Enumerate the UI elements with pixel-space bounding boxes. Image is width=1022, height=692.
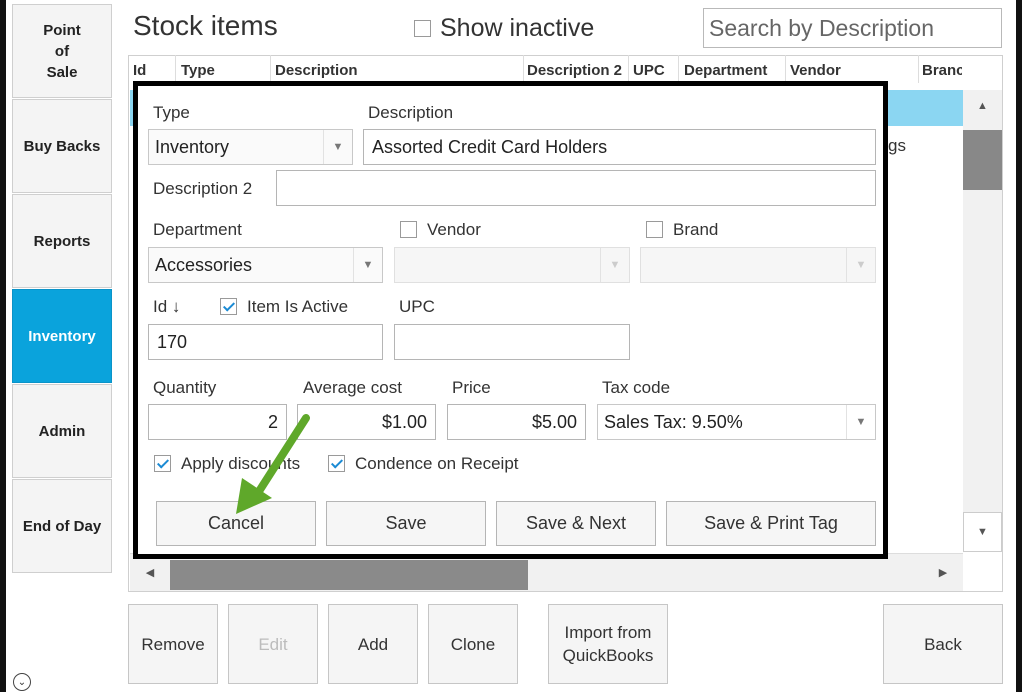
column-divider — [523, 55, 524, 83]
search-input[interactable]: Search by Description — [703, 8, 1002, 48]
column-header-type[interactable]: Type — [181, 62, 215, 79]
item-active-label: Item Is Active — [247, 297, 349, 316]
brand-select[interactable]: ▼ — [640, 247, 876, 283]
department-select[interactable]: Accessories ▼ — [148, 247, 383, 283]
type-label: Type — [153, 103, 190, 122]
brand-checkbox[interactable] — [646, 221, 663, 238]
column-header-brand[interactable]: Branc — [922, 62, 962, 79]
chevron-down-icon: ▼ — [846, 405, 875, 439]
nav-reports[interactable]: Reports — [12, 194, 112, 288]
column-divider — [175, 55, 176, 83]
nav-inventory[interactable]: Inventory — [12, 289, 112, 383]
condence-on-receipt-checkbox[interactable] — [328, 455, 345, 472]
save-button[interactable]: Save — [326, 501, 486, 546]
type-select[interactable]: Inventory ▼ — [148, 129, 353, 165]
column-divider — [678, 55, 679, 83]
price-label: Price — [452, 378, 491, 397]
id-input[interactable]: 170 — [148, 324, 383, 360]
vendor-label: Vendor — [427, 220, 481, 239]
page-title: Stock items — [133, 10, 278, 41]
import-quickbooks-button[interactable]: Import from QuickBooks — [548, 604, 668, 684]
nav-end-of-day[interactable]: End of Day — [12, 479, 112, 573]
edit-button[interactable]: Edit — [228, 604, 318, 684]
column-header-id[interactable]: Id — [133, 62, 146, 79]
apply-discounts-checkbox[interactable] — [154, 455, 171, 472]
column-header-description[interactable]: Description — [275, 62, 358, 79]
horizontal-scroll-thumb[interactable] — [170, 560, 528, 590]
price-input[interactable]: $5.00 — [447, 404, 586, 440]
condence-on-receipt-label: Condence on Receipt — [355, 454, 519, 473]
upc-label: UPC — [399, 297, 435, 316]
scroll-up-icon[interactable]: ▲ — [963, 100, 1002, 112]
scroll-left-icon[interactable]: ◀ — [140, 566, 160, 579]
tax-code-select[interactable]: Sales Tax: 9.50% ▼ — [597, 404, 876, 440]
remove-button[interactable]: Remove — [128, 604, 218, 684]
chevron-down-icon: ▼ — [353, 248, 382, 282]
chevron-down-circle-icon[interactable]: ⌄ — [13, 673, 31, 691]
department-label: Department — [153, 220, 242, 239]
column-header-department[interactable]: Department — [684, 62, 767, 79]
description-input[interactable]: Assorted Credit Card Holders — [363, 129, 876, 165]
upc-input[interactable] — [394, 324, 630, 360]
department-select-value: Accessories — [155, 254, 253, 275]
show-inactive-checkbox[interactable] — [414, 20, 431, 37]
right-frame-border — [1016, 0, 1022, 692]
annotation-arrow-icon — [236, 414, 310, 514]
chevron-down-icon: ▼ — [846, 248, 875, 282]
item-active-checkbox[interactable] — [220, 298, 237, 315]
save-next-button[interactable]: Save & Next — [496, 501, 656, 546]
description-2-label: Description 2 — [153, 179, 253, 198]
chevron-down-icon: ▼ — [600, 248, 629, 282]
column-divider — [918, 55, 919, 83]
nav-admin[interactable]: Admin — [12, 384, 112, 478]
average-cost-label: Average cost — [303, 378, 402, 397]
column-divider — [628, 55, 629, 83]
nav-point-of-sale[interactable]: Point of Sale — [12, 4, 112, 98]
back-button[interactable]: Back — [883, 604, 1003, 684]
tax-code-label: Tax code — [602, 378, 671, 397]
description-label: Description — [368, 103, 454, 122]
column-header-vendor[interactable]: Vendor — [790, 62, 841, 79]
vertical-scroll-thumb[interactable] — [963, 130, 1002, 190]
table-cell-text: gs — [888, 136, 906, 155]
tax-code-select-value: Sales Tax: 9.50% — [604, 411, 743, 432]
chevron-down-icon: ▼ — [323, 130, 352, 164]
scroll-down-icon[interactable]: ▼ — [963, 526, 1002, 538]
column-divider — [785, 55, 786, 83]
column-divider — [270, 55, 271, 83]
column-header-upc[interactable]: UPC — [633, 62, 665, 79]
description-2-input[interactable] — [276, 170, 876, 206]
scroll-right-icon[interactable]: ▶ — [933, 566, 953, 579]
save-print-tag-button[interactable]: Save & Print Tag — [666, 501, 876, 546]
nav-buy-backs[interactable]: Buy Backs — [12, 99, 112, 193]
column-header-description-2[interactable]: Description 2 — [527, 62, 622, 79]
clone-button[interactable]: Clone — [428, 604, 518, 684]
vendor-select[interactable]: ▼ — [394, 247, 630, 283]
show-inactive-label: Show inactive — [440, 14, 595, 42]
type-select-value: Inventory — [155, 136, 230, 157]
quantity-label: Quantity — [153, 378, 217, 397]
brand-label: Brand — [673, 220, 719, 239]
id-label: Id ↓ — [153, 297, 181, 316]
add-button[interactable]: Add — [328, 604, 418, 684]
left-frame-border — [0, 0, 6, 692]
vendor-checkbox[interactable] — [400, 221, 417, 238]
